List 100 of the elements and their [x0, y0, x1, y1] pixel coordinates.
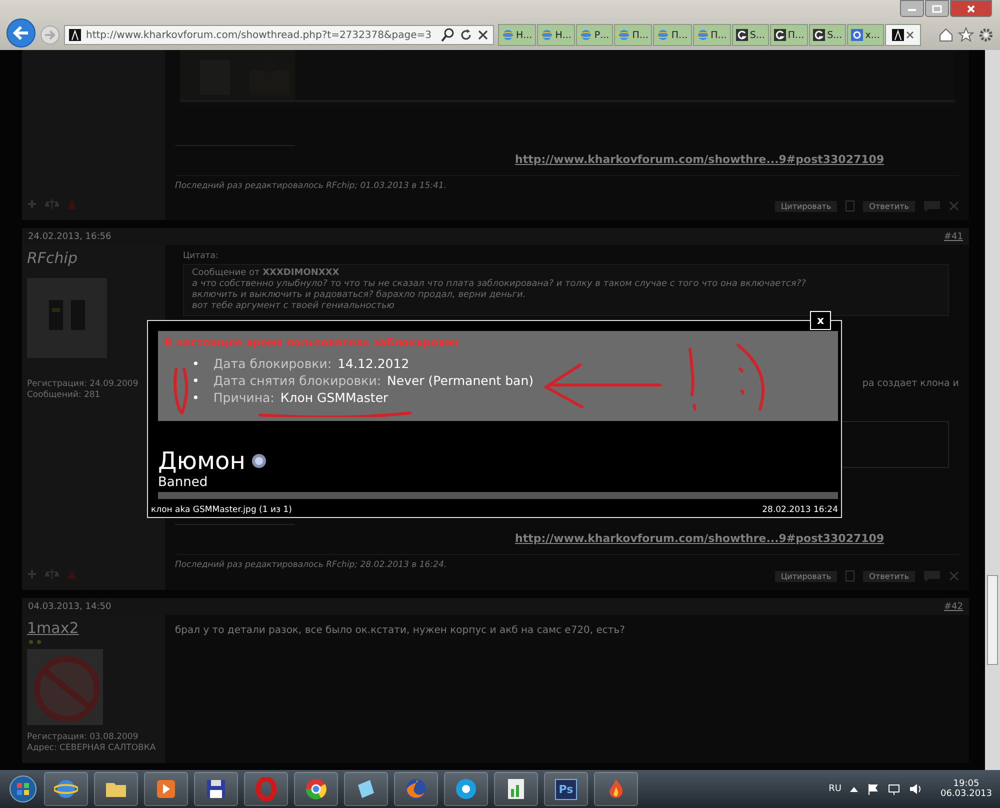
quote-text: вот тебе аргумент с твоей гениальностью	[192, 301, 396, 312]
quote-author: Сообщение от XXXDIMONXXX	[192, 268, 340, 279]
post-text: ра создает клона и	[862, 378, 959, 389]
network-icon[interactable]	[888, 783, 900, 795]
close-icon	[966, 4, 976, 12]
image-timestamp: 28.02.2013 16:24	[762, 505, 838, 515]
close-button[interactable]	[950, 0, 992, 17]
registration-date: Регистрация: 03.08.2009	[27, 732, 140, 742]
edit-note: Последний раз редактировалось RFchip; 01.03.2013 в 15:41.	[175, 175, 959, 191]
user-address: Адрес: СЕВЕРНАЯ САЛТОВКА	[27, 743, 157, 753]
taskbar-button[interactable]	[144, 772, 188, 806]
signature-link[interactable]: http://www.kharkovforum.com/showthre...9#post33027109	[515, 153, 884, 166]
play-icon	[154, 777, 178, 801]
search-icon[interactable]	[441, 28, 455, 42]
ring-icon	[254, 777, 278, 801]
stop-icon[interactable]	[477, 29, 489, 41]
globe-icon	[618, 29, 630, 41]
post-message: брал у то детали разок, все было ок.кстати, нужен корпус и акб на самс е720, есть?	[175, 625, 626, 636]
scrollbar[interactable]	[985, 50, 1000, 770]
globe-icon	[502, 29, 514, 41]
browser-tab[interactable]: Р...	[576, 24, 614, 46]
status-icon	[251, 453, 268, 469]
quote-text: включить и выключить и радоваться? барахло продал, верни деньги.	[192, 290, 527, 301]
quote-button[interactable]: Цитировать	[774, 570, 838, 582]
ban-detail-value: Клон GSMMaster	[280, 389, 388, 406]
browser-tab[interactable]: S...	[732, 24, 769, 46]
post-number-link[interactable]: #41	[944, 232, 963, 242]
taskbar-button[interactable]	[494, 772, 538, 806]
wheel-icon	[304, 777, 328, 801]
ring-icon	[851, 29, 864, 41]
ban-notice-title: В настоящее время пользователь заблокирован	[164, 337, 460, 349]
browser-tab[interactable]: Н...	[537, 24, 576, 46]
quote-button[interactable]: Цитировать	[774, 200, 838, 212]
signature-link[interactable]: http://www.kharkovforum.com/showthre...9#post33027109	[515, 532, 884, 545]
star-icon[interactable]	[958, 27, 974, 43]
reply-button[interactable]: Ответить	[863, 200, 915, 212]
post-count: Сообщений: 281	[27, 390, 102, 400]
browser-tab[interactable]: х...	[847, 24, 884, 46]
author-name[interactable]: 1max2	[27, 619, 160, 637]
reply-button[interactable]: Ответить	[863, 570, 915, 582]
close-button[interactable]: x	[810, 311, 831, 330]
speaker-icon[interactable]	[909, 783, 922, 795]
address-bar[interactable]: http://www.kharkovforum.com/showthread.php?t=2732378&page=3	[64, 25, 494, 45]
ban-detail-value: 14.12.2012	[338, 355, 410, 372]
site-icon	[892, 29, 904, 41]
minimize-button[interactable]	[900, 0, 924, 17]
site-icon	[69, 29, 81, 41]
edit-note: Последний раз редактировалось RFchip; 28.02.2013 в 16:24.	[175, 554, 959, 570]
caret-icon[interactable]	[850, 786, 858, 792]
taskbar-button[interactable]	[344, 772, 388, 806]
browser-tab[interactable]	[884, 24, 921, 46]
browser-tab[interactable]: П...	[614, 24, 652, 46]
bullet: •	[192, 389, 200, 406]
start-button[interactable]	[8, 774, 38, 804]
user-status: Banned	[158, 475, 209, 490]
site-icon	[813, 29, 826, 41]
bullet: •	[192, 372, 200, 389]
maximize-icon	[932, 4, 942, 12]
ban-detail-value: Never (Permanent ban)	[387, 372, 534, 389]
post-date: 04.03.2013, 14:50	[28, 602, 112, 612]
post-number-link[interactable]: #42	[944, 602, 963, 612]
browser-tab[interactable]: П...	[770, 24, 808, 46]
refresh-icon[interactable]	[460, 28, 472, 42]
quote-label: Цитата:	[183, 251, 220, 261]
taskbar-button[interactable]	[44, 772, 88, 806]
home-icon[interactable]	[938, 27, 954, 43]
ban-detail-label: Причина:	[213, 389, 274, 406]
maximize-button[interactable]	[925, 0, 949, 17]
site-icon	[774, 29, 786, 41]
taskbar-button[interactable]: Ps	[544, 772, 588, 806]
browser-tab[interactable]: Н...	[498, 24, 536, 46]
globe-icon	[657, 29, 670, 41]
site-icon	[736, 29, 748, 41]
browser-tab[interactable]: S...	[809, 24, 846, 46]
close-tab-icon[interactable]	[906, 31, 914, 39]
back-button[interactable]	[6, 18, 36, 48]
globe-icon	[696, 29, 709, 41]
browser-tab[interactable]: П...	[692, 24, 731, 46]
settings-icon[interactable]	[978, 27, 994, 43]
author-name[interactable]: RFchip	[27, 249, 160, 267]
taskbar-button[interactable]	[294, 772, 338, 806]
fox-globe-icon	[404, 777, 428, 801]
globe-icon	[541, 29, 554, 41]
app-label-icon: Ps	[554, 778, 578, 800]
flag-icon[interactable]	[867, 783, 880, 795]
post-date: 24.02.2013, 16:56	[28, 232, 112, 242]
quote-text: а что собственно улыбнуло? то что ты не сказал что плата заблокирована? и толку в таком случае с того что она включается??	[192, 279, 807, 290]
scroll-thumb[interactable]	[987, 575, 998, 665]
globe-icon	[54, 777, 78, 801]
ban-detail-label: Дата блокировки:	[213, 355, 332, 372]
language-indicator[interactable]: RU	[828, 784, 842, 794]
ban-detail-label: Дата снятия блокировки:	[213, 372, 382, 389]
image-caption: клон aka GSMMaster.jpg (1 из 1)	[151, 505, 292, 515]
browser-tab[interactable]: П...	[653, 24, 692, 46]
taskbar-button[interactable]	[444, 772, 488, 806]
taskbar-button[interactable]	[194, 772, 238, 806]
username: Дюмон	[158, 447, 246, 475]
taskbar-button[interactable]	[94, 772, 138, 806]
bullet: •	[192, 355, 200, 372]
clock[interactable]: 19:05 06.03.2013	[940, 779, 992, 799]
